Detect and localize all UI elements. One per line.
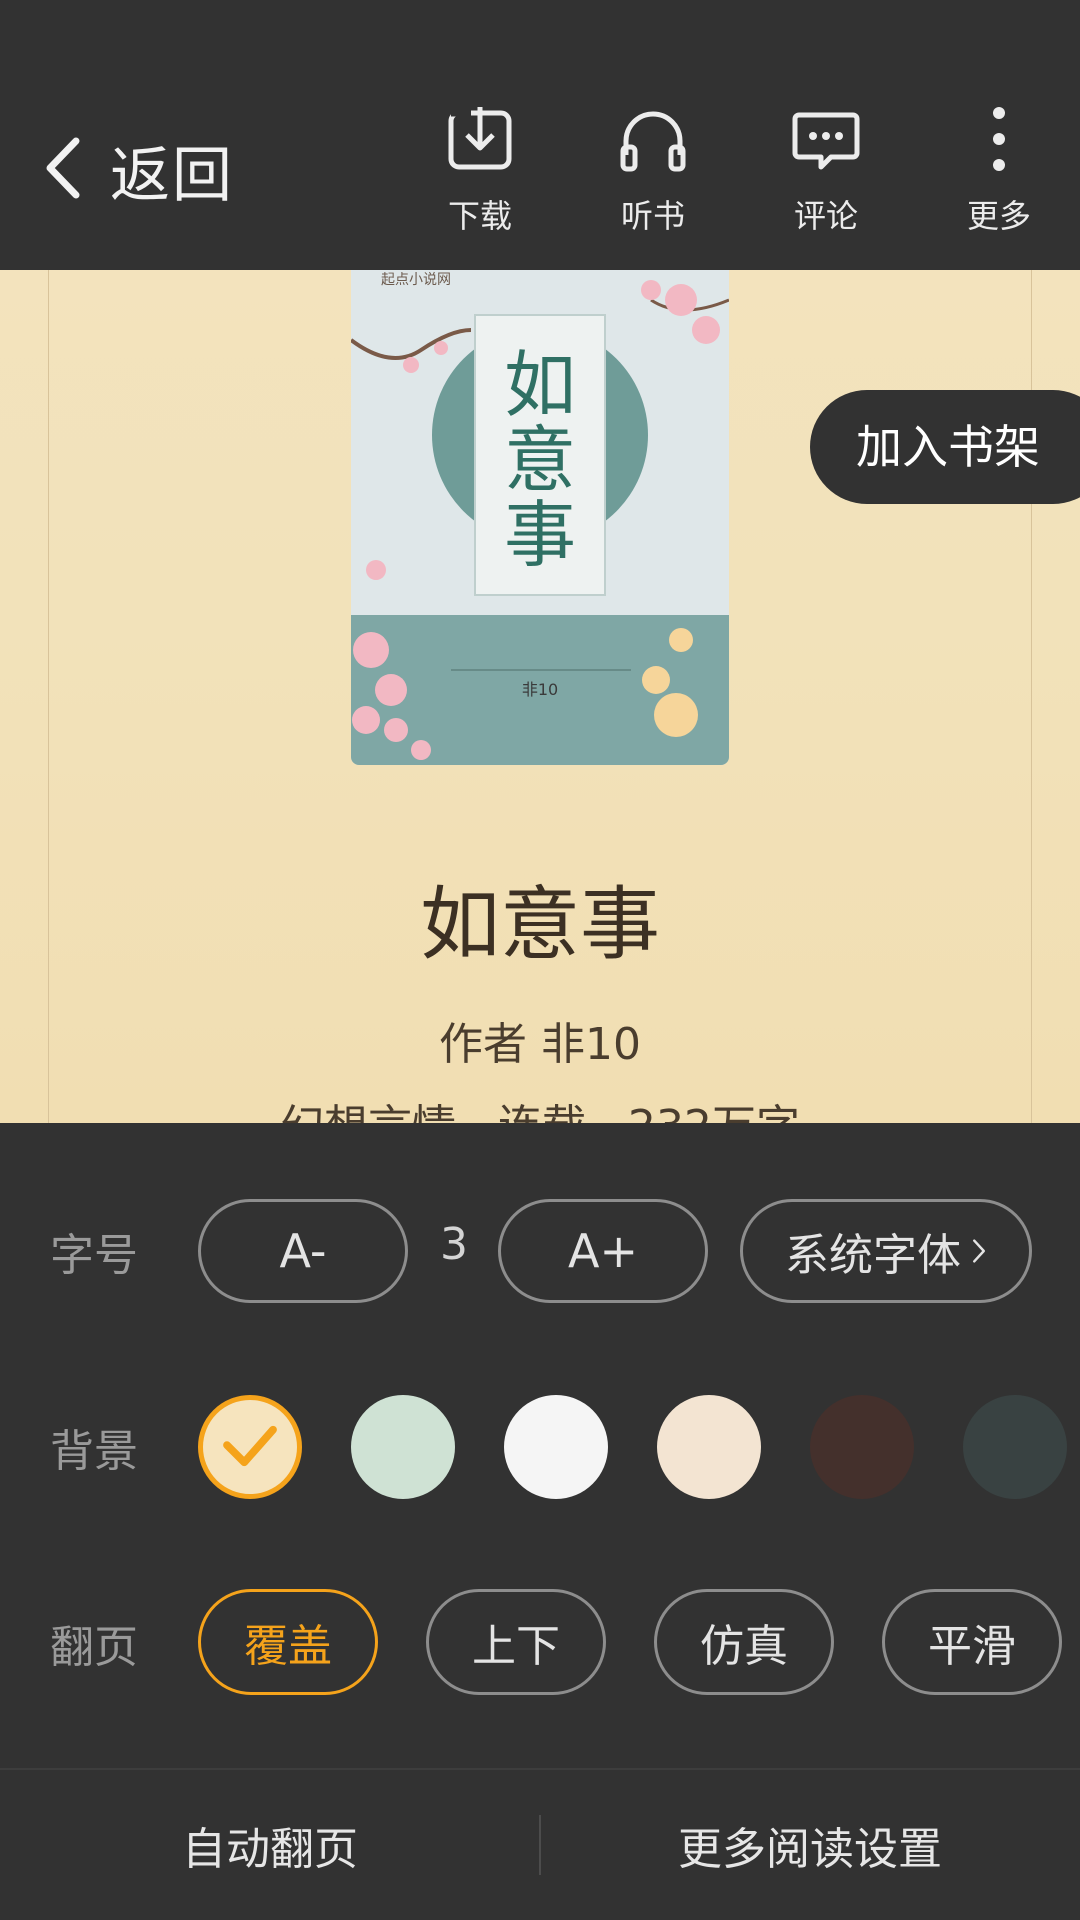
bg-swatch-dark-slate[interactable] (963, 1395, 1067, 1499)
page-turn-label: 翻页 (50, 1622, 138, 1673)
check-icon (221, 1422, 279, 1474)
book-cover: 起点小说网 如 意 事 非10 (351, 270, 729, 765)
bg-swatch-dark-brown[interactable] (810, 1395, 914, 1499)
cover-title-2: 意 (504, 418, 576, 502)
book-meta: 幻想言情 · 连载 · 232万字 (0, 1090, 1080, 1123)
cover-publisher: 起点小说网 (381, 272, 451, 288)
listen-label: 听书 (620, 197, 685, 235)
book-author: 作者 非10 (439, 1019, 641, 1070)
more-reading-settings-button[interactable]: 更多阅读设置 (540, 1770, 1080, 1920)
book-detail-page: 起点小说网 如 意 事 非10 加入书架 如意事 作者 非10 幻想言情 · 连… (0, 270, 1080, 1123)
font-size-label: 字号 (50, 1230, 138, 1281)
book-title: 如意事 (420, 878, 660, 971)
auto-page-turn-button[interactable]: 自动翻页 (0, 1770, 540, 1920)
back-label: 返回 (110, 140, 234, 211)
more-label: 更多 (966, 197, 1031, 235)
bg-swatch-cream[interactable] (657, 1395, 761, 1499)
page-turn-smooth-button[interactable]: 平滑 (882, 1589, 1062, 1695)
page-turn-simulate-button[interactable]: 仿真 (654, 1589, 834, 1695)
page-turn-cover-button[interactable]: 覆盖 (198, 1589, 378, 1695)
font-decrease-button[interactable]: A- (198, 1199, 408, 1303)
comment-button[interactable]: 评论 (756, 105, 896, 237)
page-turn-scroll-button[interactable]: 上下 (426, 1589, 606, 1695)
cover-author: 非10 (522, 680, 558, 699)
background-label: 背景 (50, 1426, 138, 1477)
comment-icon (756, 105, 896, 175)
top-toolbar: 返回 下载 听书 评论 更多 (0, 0, 1080, 270)
font-family-label: 系统字体 (785, 1230, 961, 1281)
headphones-icon (583, 105, 723, 175)
cover-title-3: 事 (504, 493, 576, 577)
download-button[interactable]: 下载 (410, 105, 550, 237)
add-to-shelf-button[interactable]: 加入书架 (810, 390, 1080, 504)
more-button[interactable]: 更多 (929, 105, 1069, 237)
bg-swatch-white[interactable] (504, 1395, 608, 1499)
bg-swatch-parchment[interactable] (198, 1395, 302, 1499)
chevron-right-icon (971, 1236, 987, 1266)
font-size-value: 3 (440, 1219, 468, 1270)
font-increase-button[interactable]: A+ (498, 1199, 708, 1303)
chevron-left-icon (40, 133, 90, 207)
download-icon (410, 105, 550, 175)
more-vertical-icon (929, 105, 1069, 175)
back-button[interactable]: 返回 (40, 130, 234, 211)
download-label: 下载 (447, 197, 512, 235)
comment-label: 评论 (793, 197, 858, 235)
page-border-left (48, 270, 49, 1123)
font-family-button[interactable]: 系统字体 (740, 1199, 1032, 1303)
listen-button[interactable]: 听书 (583, 105, 723, 237)
reader-settings-panel: 字号 A- 3 A+ 系统字体 背景 翻页 覆盖 上下 仿真 平滑 自动翻页 更… (0, 1123, 1080, 1920)
bg-swatch-mint[interactable] (351, 1395, 455, 1499)
cover-title-1: 如 (504, 343, 576, 427)
